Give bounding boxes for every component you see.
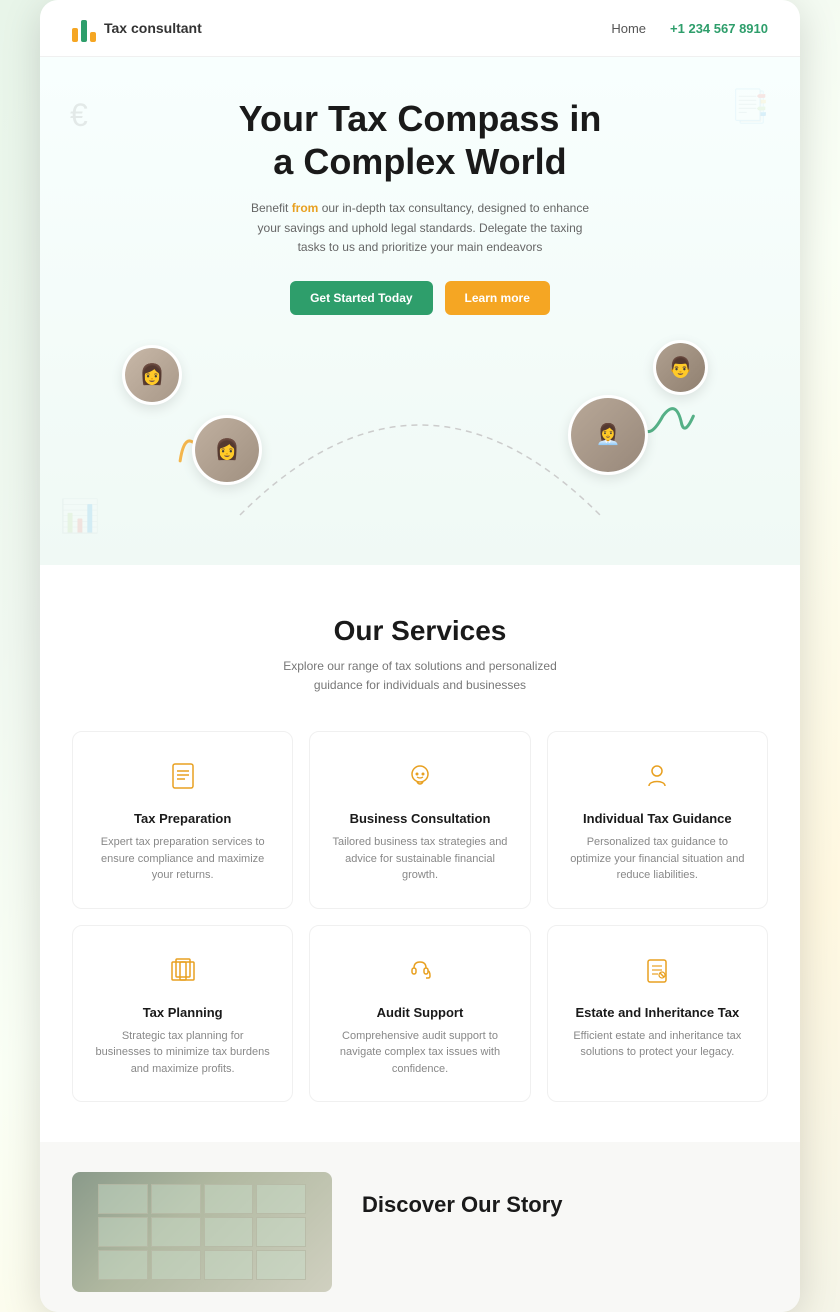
get-started-button[interactable]: Get Started Today — [290, 281, 432, 315]
avatar-3: 👩 — [192, 415, 262, 485]
service-card-individual-tax: Individual Tax Guidance Personalized tax… — [547, 731, 768, 909]
service-desc-1: Tailored business tax strategies and adv… — [330, 834, 509, 884]
brand-name: Tax consultant — [104, 20, 202, 36]
discover-image — [72, 1172, 332, 1292]
services-section: Our Services Explore our range of tax so… — [40, 565, 800, 1142]
discover-section: Discover Our Story — [40, 1142, 800, 1312]
service-desc-3: Strategic tax planning for businesses to… — [93, 1028, 272, 1078]
estate-tax-icon — [568, 954, 747, 993]
hero-subtitle: Benefit from our in-depth tax consultanc… — [250, 199, 590, 257]
individual-tax-icon — [568, 760, 747, 799]
service-name-2: Individual Tax Guidance — [568, 811, 747, 826]
tax-preparation-icon — [93, 760, 272, 799]
services-grid: Tax Preparation Expert tax preparation s… — [72, 731, 768, 1102]
service-desc-0: Expert tax preparation services to ensur… — [93, 834, 272, 884]
navbar: Tax consultant Home +1 234 567 8910 — [40, 0, 800, 57]
hero-visuals: 👩 👨 👩 👩‍💼 — [72, 335, 768, 535]
services-subtitle: Explore our range of tax solutions and p… — [260, 657, 580, 695]
nav-home[interactable]: Home — [611, 21, 646, 36]
hero-title: Your Tax Compass in a Complex World — [72, 97, 768, 183]
logo: Tax consultant — [72, 14, 202, 42]
nav-right: Home +1 234 567 8910 — [611, 21, 768, 36]
avatar-2: 👩‍💼 — [568, 395, 648, 475]
service-card-estate-tax: Estate and Inheritance Tax Efficient est… — [547, 925, 768, 1103]
service-card-audit-support: Audit Support Comprehensive audit suppor… — [309, 925, 530, 1103]
tax-planning-icon — [93, 954, 272, 993]
logo-icon — [72, 14, 96, 42]
service-name-5: Estate and Inheritance Tax — [568, 1005, 747, 1020]
audit-support-icon — [330, 954, 509, 993]
hero-buttons: Get Started Today Learn more — [72, 281, 768, 315]
hero-arc — [220, 355, 620, 535]
service-card-tax-planning: Tax Planning Strategic tax planning for … — [72, 925, 293, 1103]
service-desc-2: Personalized tax guidance to optimize yo… — [568, 834, 747, 884]
service-name-4: Audit Support — [330, 1005, 509, 1020]
discover-content: Discover Our Story — [362, 1172, 768, 1218]
nav-phone: +1 234 567 8910 — [670, 21, 768, 36]
hero-section: € 📊 📑 Your Tax Compass in a Complex Worl… — [40, 57, 800, 565]
learn-more-button[interactable]: Learn more — [445, 281, 550, 315]
ghost-euro-icon: € — [70, 97, 88, 134]
ghost-doc-icon: 📑 — [730, 87, 770, 125]
service-card-business-consultation: Business Consultation Tailored business … — [309, 731, 530, 909]
service-card-tax-preparation: Tax Preparation Expert tax preparation s… — [72, 731, 293, 909]
service-name-0: Tax Preparation — [93, 811, 272, 826]
avatar-1: 👩 — [122, 345, 182, 405]
service-desc-4: Comprehensive audit support to navigate … — [330, 1028, 509, 1078]
service-name-1: Business Consultation — [330, 811, 509, 826]
business-consultation-icon — [330, 760, 509, 799]
service-desc-5: Efficient estate and inheritance tax sol… — [568, 1028, 747, 1061]
services-title: Our Services — [72, 615, 768, 647]
avatar-4: 👨 — [653, 340, 708, 395]
discover-title: Discover Our Story — [362, 1192, 768, 1218]
service-name-3: Tax Planning — [93, 1005, 272, 1020]
